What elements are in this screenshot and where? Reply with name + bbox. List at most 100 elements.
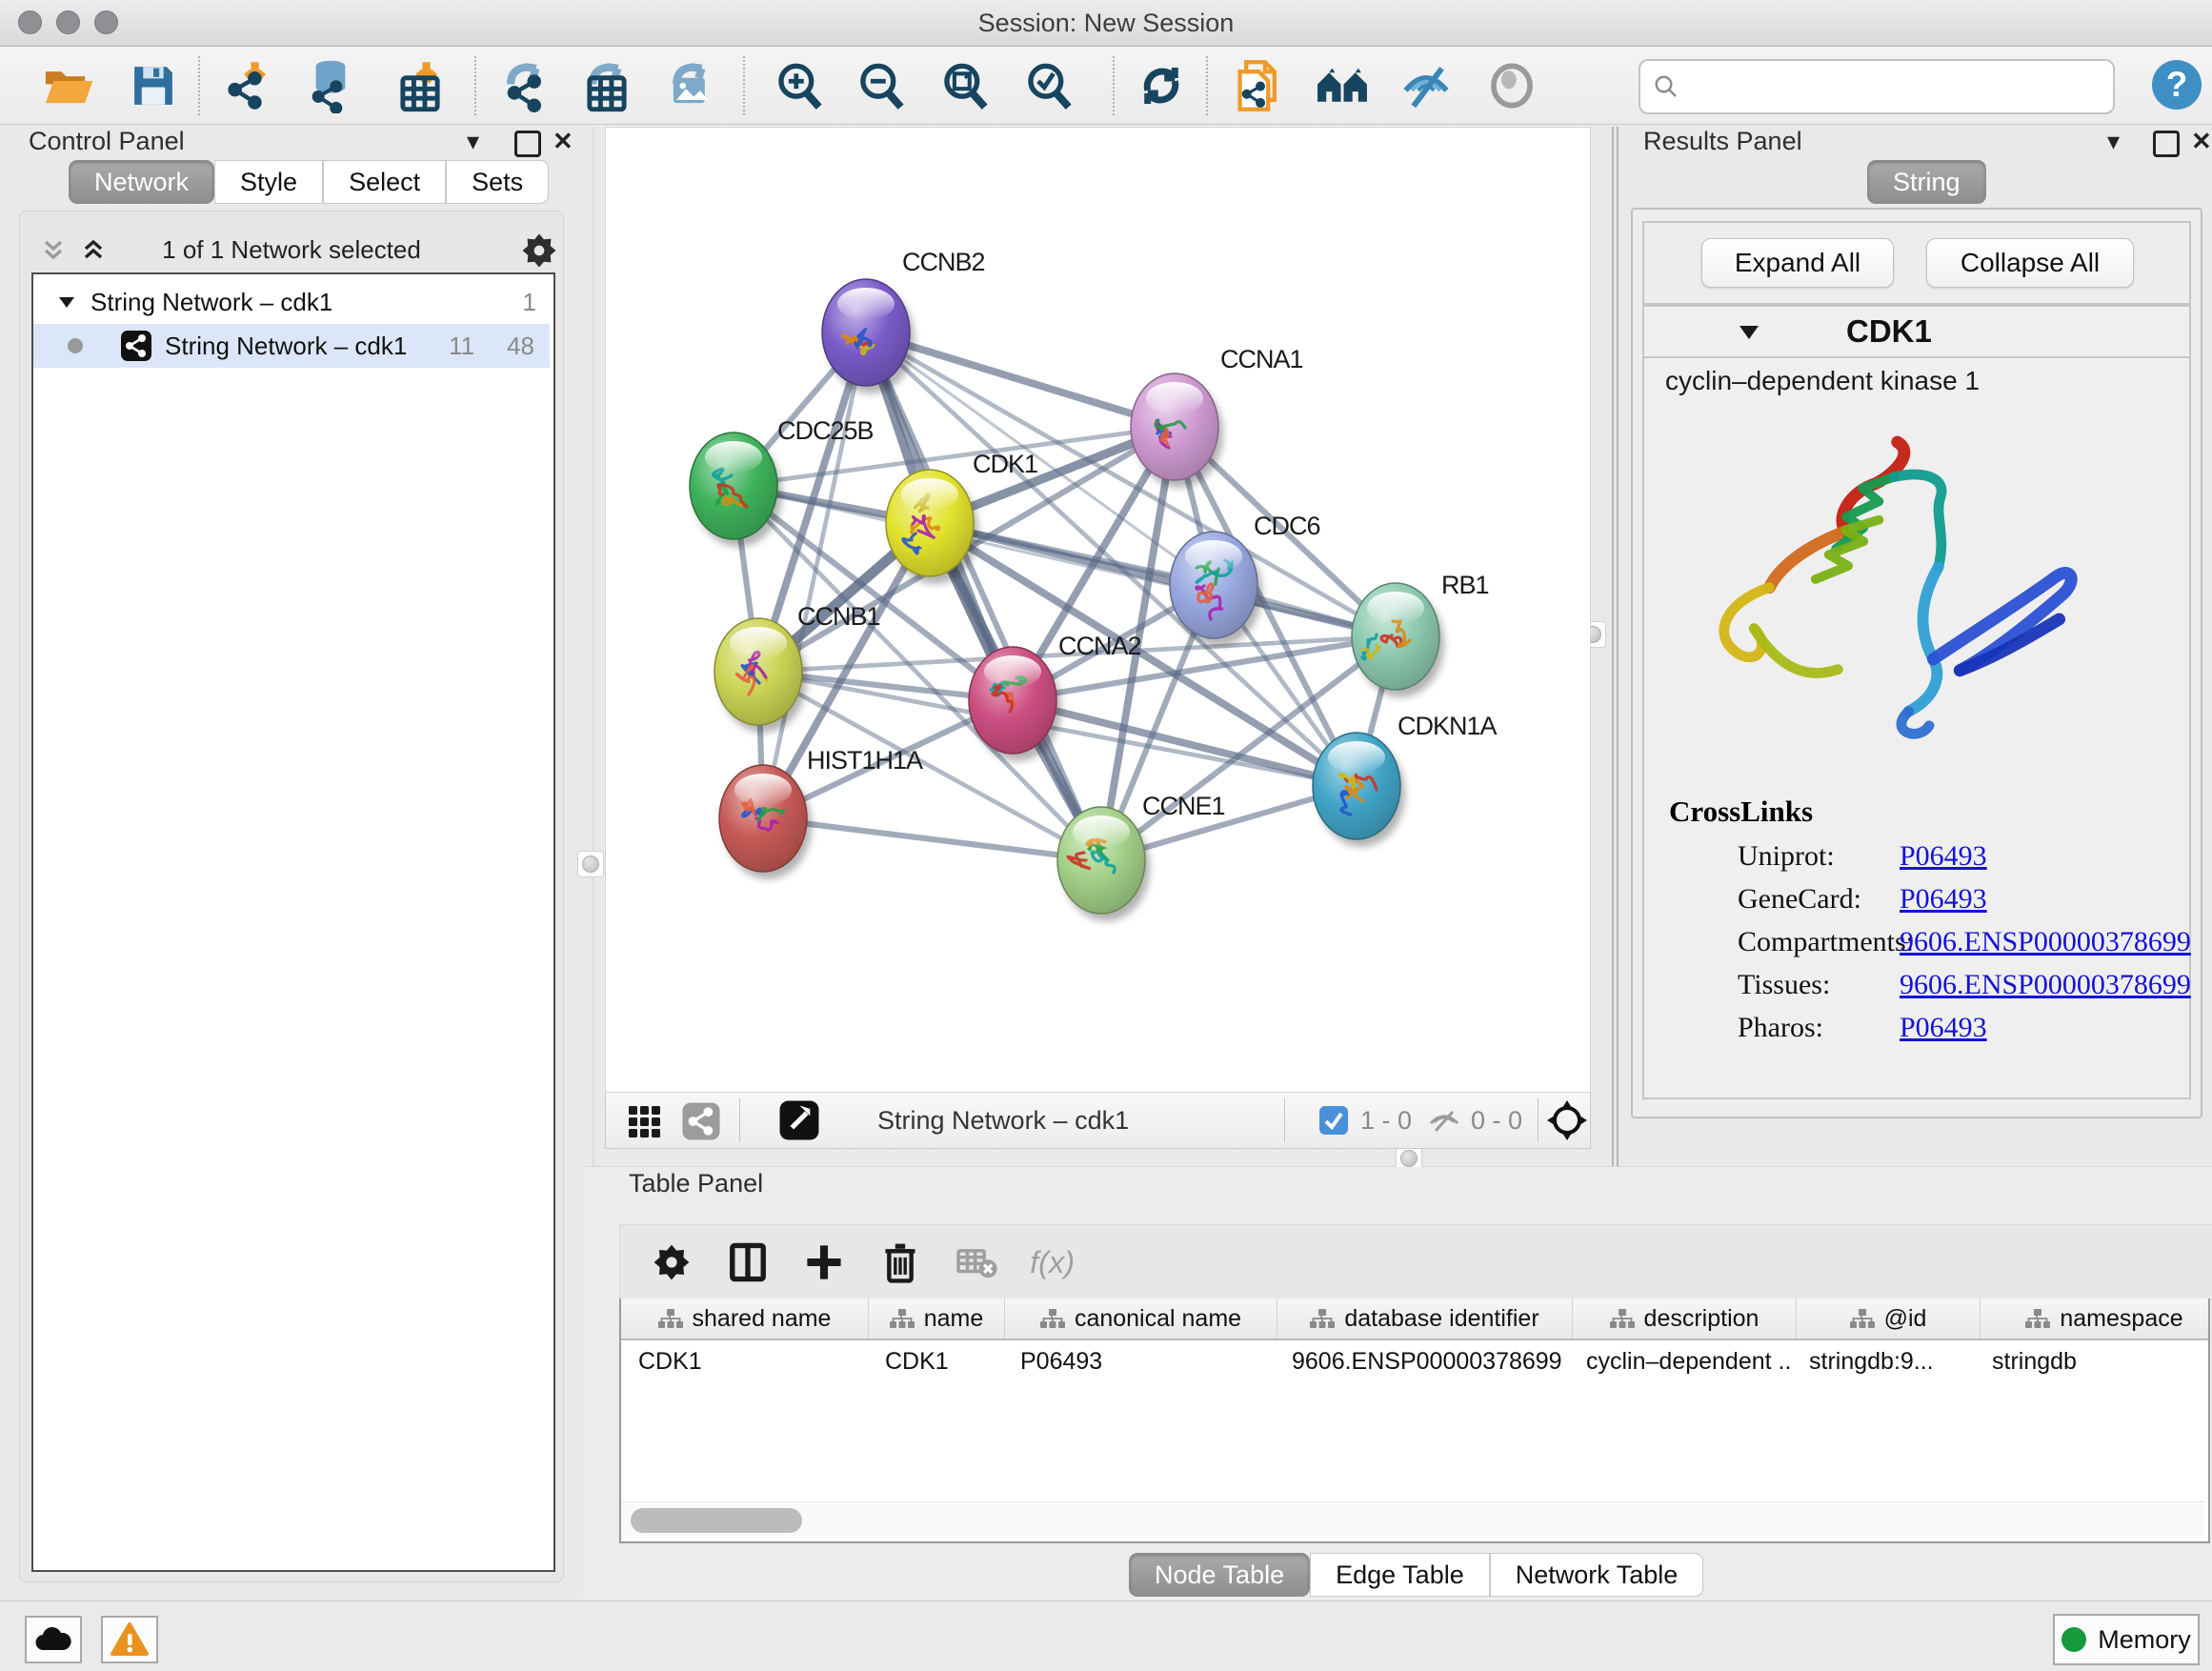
graph-node-CCNB2[interactable] bbox=[822, 279, 915, 393]
birdseye-icon[interactable] bbox=[1545, 1098, 1589, 1142]
tab-string[interactable]: String bbox=[1867, 160, 1986, 204]
crosslink-value[interactable]: 9606.ENSP00000378699 bbox=[1900, 969, 2191, 1001]
export-table-icon[interactable] bbox=[579, 58, 634, 113]
network-options-gear-icon[interactable] bbox=[521, 232, 557, 273]
gene-description: cyclin–dependent kinase 1 bbox=[1665, 366, 1980, 396]
help-button[interactable]: ? bbox=[2149, 57, 2204, 112]
toolbar-separator bbox=[1113, 56, 1115, 115]
hide-selection-icon[interactable] bbox=[1398, 58, 1454, 113]
network-collection-row[interactable]: String Network – cdk1 1 bbox=[33, 280, 550, 324]
column-header-at-id[interactable]: @id bbox=[1797, 1299, 1981, 1339]
column-label: database identifier bbox=[1344, 1305, 1538, 1333]
table-cell[interactable]: 9606.ENSP00000378699 bbox=[1275, 1340, 1569, 1382]
table-cell[interactable]: CDK1 bbox=[621, 1340, 868, 1382]
graph-node-CDK1[interactable] bbox=[886, 470, 978, 584]
selected-checkbox-icon[interactable] bbox=[1318, 1105, 1349, 1136]
collapse-gene-icon[interactable] bbox=[1738, 322, 1760, 343]
warnings-button[interactable] bbox=[101, 1616, 158, 1663]
graph-node-CCNE1[interactable] bbox=[1057, 807, 1150, 921]
zoom-in-icon[interactable] bbox=[772, 58, 827, 113]
table-cell[interactable]: CDK1 bbox=[868, 1340, 1003, 1382]
import-table-icon[interactable] bbox=[392, 58, 448, 113]
crosslink-value[interactable]: P06493 bbox=[1900, 1012, 1987, 1044]
search-box[interactable] bbox=[1639, 59, 2115, 114]
export-network-icon[interactable] bbox=[497, 58, 553, 113]
tab-network-table[interactable]: Network Table bbox=[1490, 1553, 1704, 1597]
search-input[interactable] bbox=[1680, 65, 2113, 109]
crosslink-value[interactable]: P06493 bbox=[1900, 840, 1987, 873]
column-label: @id bbox=[1884, 1305, 1927, 1333]
network-canvas[interactable]: CCNB2CCNA1CDC25BCDK1CDC6RB1CCNB1CCNA2CDK… bbox=[605, 127, 1591, 1093]
table-panel-title: Table Panel bbox=[629, 1169, 763, 1198]
collapse-all-button[interactable]: Collapse All bbox=[1926, 238, 2134, 288]
column-header-description[interactable]: description bbox=[1573, 1299, 1797, 1339]
graph-node-HIST1H1A[interactable] bbox=[719, 765, 812, 879]
collapse-panel-icon[interactable]: ▾ bbox=[467, 127, 479, 155]
home-network-icon[interactable] bbox=[1315, 58, 1370, 113]
tab-style[interactable]: Style bbox=[214, 160, 323, 204]
crosslink-label: GeneCard: bbox=[1738, 883, 1861, 916]
table-cell[interactable]: stringdb:9... bbox=[1792, 1340, 1975, 1382]
delete-table-icon bbox=[952, 1238, 1001, 1287]
highlight-icon[interactable] bbox=[1484, 58, 1539, 113]
close-results-icon[interactable]: ✕ bbox=[2191, 127, 2212, 155]
expander-icon[interactable] bbox=[56, 292, 77, 312]
table-cell[interactable]: stringdb bbox=[1975, 1340, 2212, 1382]
grid-view-icon[interactable] bbox=[627, 1102, 665, 1140]
delete-column-icon[interactable] bbox=[875, 1238, 925, 1287]
left-splitter-handle[interactable] bbox=[577, 851, 604, 877]
graph-node-RB1[interactable] bbox=[1352, 583, 1444, 697]
zoom-selected-icon[interactable] bbox=[1021, 58, 1076, 113]
column-header-database-identifier[interactable]: database identifier bbox=[1277, 1299, 1573, 1339]
table-cell[interactable]: P06493 bbox=[1003, 1340, 1275, 1382]
crosslink-value[interactable]: 9606.ENSP00000378699 bbox=[1900, 926, 2191, 958]
export-image-icon[interactable] bbox=[663, 58, 718, 113]
selected-count: 1 - 0 bbox=[1360, 1093, 1412, 1148]
right-splitter[interactable] bbox=[1612, 127, 1614, 1167]
cloud-icon bbox=[34, 1625, 72, 1654]
tab-edge-table[interactable]: Edge Table bbox=[1310, 1553, 1490, 1597]
save-session-icon[interactable] bbox=[126, 58, 181, 113]
network-label: String Network – cdk1 bbox=[165, 332, 407, 361]
split-columns-icon[interactable] bbox=[723, 1238, 773, 1287]
expand-all-button[interactable]: Expand All bbox=[1701, 238, 1894, 288]
float-panel-icon[interactable] bbox=[514, 131, 541, 157]
table-cell[interactable]: cyclin–dependent ... bbox=[1569, 1340, 1792, 1382]
column-header-canonical-name[interactable]: canonical name bbox=[1005, 1299, 1277, 1339]
open-session-icon[interactable] bbox=[40, 58, 95, 113]
network-status-dot bbox=[68, 338, 83, 353]
float-results-icon[interactable] bbox=[2153, 131, 2180, 157]
column-header-shared-name[interactable]: shared name bbox=[621, 1299, 869, 1339]
table-row[interactable]: CDK1CDK1P064939606.ENSP00000378699cyclin… bbox=[621, 1340, 2208, 1382]
gene-header[interactable]: CDK1 bbox=[1644, 307, 2189, 358]
network-row-selected[interactable]: String Network – cdk1 11 48 bbox=[33, 324, 550, 368]
tab-network[interactable]: Network bbox=[69, 160, 214, 204]
share-view-icon[interactable] bbox=[680, 1100, 722, 1142]
graph-node-CCNA2[interactable] bbox=[969, 647, 1061, 761]
column-header-name[interactable]: name bbox=[869, 1299, 1005, 1339]
tab-node-table[interactable]: Node Table bbox=[1129, 1553, 1310, 1597]
tab-select[interactable]: Select bbox=[323, 160, 446, 204]
network-selection-status: 1 of 1 Network selected bbox=[20, 229, 563, 271]
table-panel: Table Panel f(x) shared namenamecanonica… bbox=[583, 1167, 2212, 1601]
import-network-icon[interactable] bbox=[221, 58, 276, 113]
zoom-out-icon[interactable] bbox=[854, 58, 909, 113]
graph-node-CDKN1A[interactable] bbox=[1313, 733, 1405, 847]
memory-button[interactable]: Memory bbox=[2053, 1614, 2200, 1665]
share-document-icon[interactable] bbox=[1233, 58, 1288, 113]
refresh-icon[interactable] bbox=[1134, 58, 1189, 113]
open-view-icon[interactable] bbox=[777, 1098, 821, 1142]
hscrollbar-thumb[interactable] bbox=[631, 1508, 802, 1533]
crosslink-value[interactable]: P06493 bbox=[1900, 883, 1987, 916]
add-column-icon[interactable] bbox=[799, 1238, 849, 1287]
table-hscrollbar[interactable] bbox=[621, 1501, 2204, 1539]
tab-sets[interactable]: Sets bbox=[446, 160, 549, 204]
close-panel-icon[interactable]: ✕ bbox=[553, 127, 573, 155]
network-list: String Network – cdk1 1 String Network –… bbox=[31, 272, 555, 1572]
cloud-button[interactable] bbox=[25, 1616, 82, 1663]
column-header-namespace[interactable]: namespace bbox=[1981, 1299, 2212, 1339]
zoom-fit-icon[interactable] bbox=[937, 58, 993, 113]
import-database-icon[interactable] bbox=[303, 58, 358, 113]
collapse-results-icon[interactable]: ▾ bbox=[2107, 127, 2120, 155]
table-settings-icon[interactable] bbox=[647, 1238, 696, 1287]
